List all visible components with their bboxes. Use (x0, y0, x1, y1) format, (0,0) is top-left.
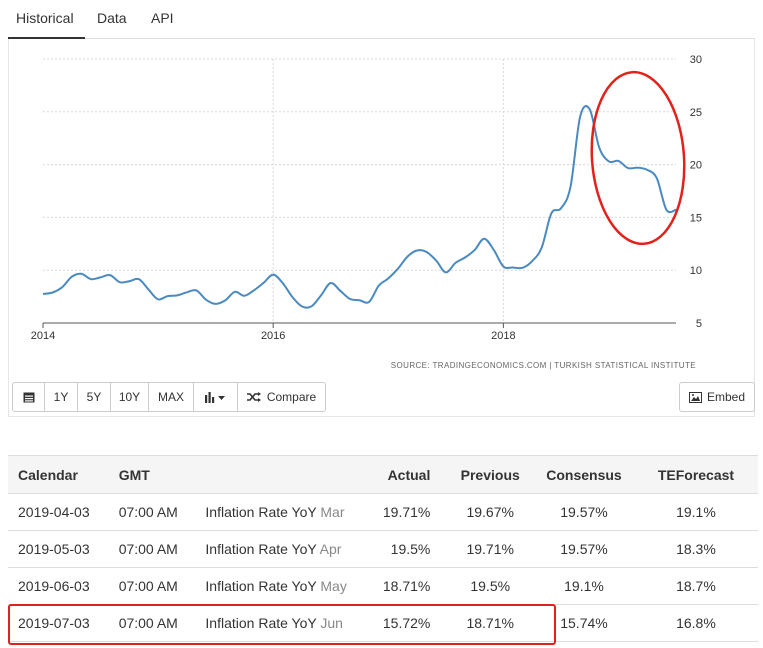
event-reference-month: Apr (319, 541, 342, 557)
source-caption: SOURCE: TRADINGECONOMICS.COM | TURKISH S… (391, 361, 696, 370)
cell-consensus: 19.1% (534, 567, 634, 605)
cell-previous: 19.67% (446, 493, 535, 531)
event-name[interactable]: Inflation Rate YoY (205, 615, 316, 631)
col-teforecast: TEForecast (633, 455, 758, 494)
shuffle-icon (246, 392, 261, 402)
cell-event: Inflation Rate YoY Apr (195, 530, 373, 568)
series-line (42, 105, 677, 309)
cell-date: 2019-05-03 (8, 530, 109, 568)
line-chart: 5 10 15 20 25 30 2014 2016 2018 SOURCE: TRADINGEC… (31, 54, 702, 370)
calendar-table: Calendar GMT Actual Previous Consensus T… (8, 455, 758, 642)
image-icon (688, 391, 702, 403)
cell-previous: 18.71% (446, 604, 535, 642)
table-row[interactable]: 2019-07-03 07:00 AM Inflation Rate YoY Jun… (8, 604, 758, 642)
cell-time: 07:00 AM (108, 493, 196, 531)
embed-label: Embed (706, 390, 746, 404)
calendar-icon (23, 392, 34, 403)
tab-historical[interactable]: Historical (8, 0, 85, 39)
cell-date: 2019-04-03 (8, 493, 109, 531)
cell-time: 07:00 AM (108, 604, 196, 642)
bar-chart-icon (204, 392, 225, 403)
col-event (195, 455, 373, 494)
cell-consensus: 15.74% (534, 604, 634, 642)
x-tick-label: 2018 (491, 330, 515, 342)
cell-date: 2019-06-03 (8, 567, 109, 605)
table-row[interactable]: 2019-06-03 07:00 AM Inflation Rate YoY May… (8, 567, 758, 605)
event-reference-month: Jun (320, 615, 343, 631)
range-10y-button[interactable]: 10Y (110, 382, 149, 412)
cell-forecast: 16.8% (633, 604, 758, 642)
calendar-button[interactable] (12, 382, 45, 412)
cell-date: 2019-07-03 (8, 604, 109, 642)
range-5y-button[interactable]: 5Y (77, 382, 111, 412)
compare-button[interactable]: Compare (237, 382, 326, 412)
event-reference-month: Mar (320, 504, 345, 520)
y-tick-label: 5 (696, 318, 702, 330)
x-tick-label: 2016 (261, 330, 285, 342)
col-actual: Actual (372, 455, 447, 494)
cell-time: 07:00 AM (108, 567, 196, 605)
x-tick-label: 2014 (31, 330, 55, 342)
range-max-button[interactable]: MAX (148, 382, 194, 412)
compare-label: Compare (266, 390, 317, 404)
cell-event: Inflation Rate YoY Mar (195, 493, 373, 531)
tab-api[interactable]: API (151, 0, 174, 39)
table-row[interactable]: 2019-05-03 07:00 AM Inflation Rate YoY Apr… (8, 530, 758, 568)
tab-bar: Historical Data API (8, 0, 755, 39)
event-name[interactable]: Inflation Rate YoY (205, 504, 316, 520)
cell-forecast: 18.7% (633, 567, 758, 605)
cell-forecast: 19.1% (633, 493, 758, 531)
caret-down-icon (217, 396, 225, 400)
col-previous: Previous (446, 455, 535, 494)
y-tick-label: 10 (690, 265, 702, 277)
col-gmt: GMT (108, 455, 196, 494)
cell-forecast: 18.3% (633, 530, 758, 568)
cell-event: Inflation Rate YoY May (195, 567, 373, 605)
y-tick-label: 15 (690, 212, 702, 224)
chart-toolbar: 1Y 5Y 10Y MAX Compare (12, 382, 326, 412)
y-tick-label: 20 (690, 160, 702, 172)
cell-previous: 19.71% (446, 530, 535, 568)
tab-data[interactable]: Data (97, 0, 127, 39)
cell-actual: 18.71% (372, 567, 447, 605)
highlight-ellipse (590, 70, 686, 246)
y-tick-label: 30 (690, 54, 702, 66)
range-1y-button[interactable]: 1Y (44, 382, 78, 412)
cell-event: Inflation Rate YoY Jun (195, 604, 373, 642)
cell-time: 07:00 AM (108, 530, 196, 568)
embed-button[interactable]: Embed (679, 382, 755, 412)
cell-consensus: 19.57% (534, 530, 634, 568)
event-name[interactable]: Inflation Rate YoY (205, 578, 316, 594)
cell-previous: 19.5% (446, 567, 535, 605)
col-consensus: Consensus (534, 455, 634, 494)
cell-actual: 19.5% (372, 530, 447, 568)
cell-actual: 15.72% (372, 604, 447, 642)
chart-type-button[interactable] (193, 382, 238, 412)
col-calendar: Calendar (8, 455, 109, 494)
table-header-row: Calendar GMT Actual Previous Consensus T… (8, 455, 758, 494)
event-name[interactable]: Inflation Rate YoY (205, 541, 316, 557)
chart-card: 5 10 15 20 25 30 2014 2016 2018 SOURCE: TRADINGEC… (8, 39, 755, 417)
event-reference-month: May (320, 578, 347, 594)
cell-actual: 19.71% (372, 493, 447, 531)
table-row[interactable]: 2019-04-03 07:00 AM Inflation Rate YoY Mar… (8, 493, 758, 531)
cell-consensus: 19.57% (534, 493, 634, 531)
y-tick-label: 25 (690, 107, 702, 119)
